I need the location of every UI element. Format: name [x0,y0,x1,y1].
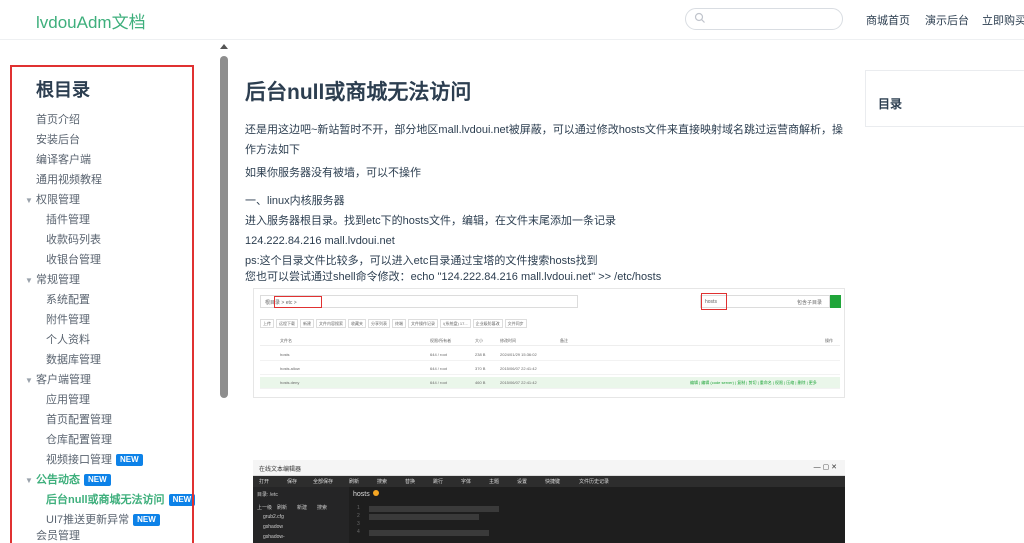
editor-menu-item: 设置 [517,479,528,485]
column-header: 大小 [475,338,483,343]
subdir-option: 包含子目录 [797,300,823,306]
line-number: 3 [357,521,360,527]
tree-file: gshadow [263,524,284,530]
file-mtime: 2024/01/29 15:36:02 [500,352,537,357]
article-paragraph: 您也可以尝试通过shell命令修改：echo "124.222.84.216 m… [245,271,662,283]
file-owner: 644 / root [430,352,447,357]
toc-title: 目录 [878,97,903,111]
toolbar-button: 新建 [300,319,314,328]
tree-action: 新建 [297,505,308,511]
editor-menu-item: 替换 [405,479,416,485]
file-actions: 编辑 | 编辑 (code server) | 复制 | 剪切 | 重命名 | … [690,380,817,385]
code-line-blurred [369,530,489,536]
path-bar: 根目录 > etc > [260,295,578,308]
sidebar: 根目录 首页介绍 安装后台 编译客户端 通用视频教程 ▼ 权限管理 插件管理 收款… [0,40,230,543]
editor-menu-item: 搜索 [377,479,388,485]
search-input[interactable] [685,8,843,30]
toolbar-button: 上传 [260,319,274,328]
editor-menu-item: 跳行 [433,479,444,485]
editor-menu-item: 主题 [489,479,500,485]
line-number: 4 [357,529,360,535]
file-name: hosts [280,352,290,357]
tree-action: 上一级 [257,505,273,511]
file-size: 370 B [475,366,486,371]
highlight-annotation-box [274,296,322,308]
file-size: 238 B [475,352,486,357]
page-title: 后台null或商城无法访问 [245,81,472,104]
article-paragraph: 如果你服务器没有被墙，可以不操作 [245,167,421,179]
editor-menu-item: 快捷键 [545,479,561,485]
editor-menu-item: 全部保存 [313,479,334,485]
tree-action: 搜索 [317,505,328,511]
unsaved-dot-icon [372,490,379,496]
column-header: 文件名 [280,338,292,343]
editor-menu-item: 文件历史记录 [579,479,610,485]
article-paragraph: 进入服务器根目录。找到etc下的hosts文件，编辑，在文件末尾添加一条记录 [245,215,616,227]
table-row: hosts.deny 644 / root 460 B 2015/06/07 2… [260,377,840,389]
editor-tab-label: hosts [353,491,370,498]
nav-link-demo-admin[interactable]: 演示后台 [925,12,969,28]
file-name: hosts.allow [280,366,300,371]
file-manager-screenshot: 根目录 > etc > hosts 包含子目录 上传 远程下载 新建 文件内容搜索 收藏… [253,288,845,398]
file-table-header: 文件名 权限/所有者 大小 修改时间 备注 操作 [260,337,840,346]
editor-code-area: 1 2 3 4 [353,503,833,543]
table-row: hosts.allow 644 / root 370 B 2015/06/07 … [260,363,840,375]
sidebar-item[interactable]: 会员管理 [36,527,80,543]
toolbar-button: /(系统盘) 17... [440,319,471,328]
file-owner: 644 / root [430,380,447,385]
file-toolbar: 上传 远程下载 新建 文件内容搜索 收藏夹 分享列表 终端 文件操作记录/(系统盘) 17..… [260,319,529,329]
editor-menu-item: 字体 [461,479,472,485]
editor-file-tree: 目录: /etc 上一级 刷新 新建 搜索 grub2.cfg gshadow … [253,487,349,543]
toolbar-button: 文件内容搜索 [316,319,346,328]
toolbar-button: 文件同步 [504,319,527,328]
top-navbar: lvdouAdm文档 商城首页 演示后台 立即购买 [0,0,1024,40]
nav-link-mall-home[interactable]: 商城首页 [866,12,910,28]
code-line-blurred [369,514,479,520]
editor-title: 在线文本编辑器 [259,467,302,473]
highlight-annotation-box [10,65,194,543]
editor-titlebar: 在线文本编辑器 — ▢ ✕ [253,460,845,476]
toolbar-button: 分享列表 [368,319,390,328]
editor-menubar: 打开 保存 全部保存 刷新 搜索 替换 跳行 字体 主题 设置 快捷键 文件历史… [253,476,845,487]
file-name: hosts.deny [280,380,300,385]
online-editor-screenshot: 在线文本编辑器 — ▢ ✕ 打开 保存 全部保存 刷新 搜索 替换 跳行 字体 … [253,460,845,543]
nav-link-buy-now[interactable]: 立即购买 [982,12,1024,28]
table-row: hosts 644 / root 238 B 2024/01/29 15:36:… [260,349,840,361]
tree-file: gshadow- [263,534,285,540]
scroll-up-arrow-icon[interactable] [220,44,228,49]
file-mtime: 2015/06/07 22:41:42 [500,380,537,385]
site-brand-link[interactable]: lvdouAdm文档 [36,8,146,33]
editor-tab: hosts [353,490,379,498]
line-number: 2 [357,513,360,519]
file-owner: 644 / root [430,366,447,371]
toolbar-button: 终端 [392,319,406,328]
file-mtime: 2015/06/07 22:41:42 [500,366,537,371]
article-paragraph: 还是用这边吧~新站暂时不开，部分地区mall.lvdoui.net被屏蔽，可以通… [245,124,844,156]
toolbar-button: 收藏夹 [348,319,366,328]
line-number: 1 [357,505,360,511]
file-size: 460 B [475,380,486,385]
column-header: 备注 [560,338,568,343]
editor-menu-item: 打开 [259,479,270,485]
table-of-contents: 目录 [865,70,1024,127]
column-header: 修改时间 [500,338,516,343]
toolbar-button: 远程下载 [276,319,298,328]
article-paragraph: 一、linux内核服务器 [245,195,345,207]
window-controls-icon: — ▢ ✕ [813,464,837,471]
editor-menu-item: 刷新 [349,479,360,485]
toolbar-button: 企业级防篡改 [472,319,503,328]
editor-dir-label: 目录: /etc [257,492,278,498]
editor-menu-item: 保存 [287,479,298,485]
tree-file: grub2.cfg [263,514,284,520]
code-line-blurred [369,506,499,512]
sidebar-scrollbar-thumb[interactable] [220,56,228,398]
toolbar-button: 文件操作记录 [408,319,438,328]
highlight-annotation-box [701,293,727,310]
search-icon [830,295,841,308]
article-paragraph: 124.222.84.216 mall.lvdoui.net [245,235,395,247]
column-header: 操作 [825,338,833,343]
search-icon [694,12,705,23]
tree-action: 刷新 [277,505,288,511]
column-header: 权限/所有者 [430,338,452,343]
